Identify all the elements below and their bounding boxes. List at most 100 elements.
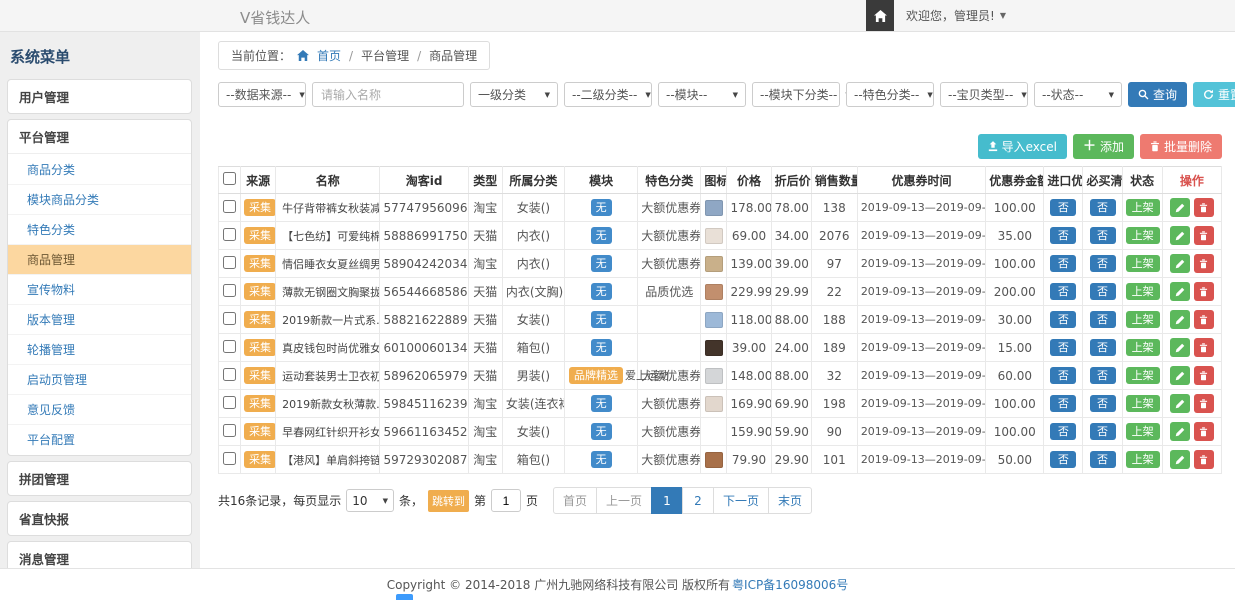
import-pick-toggle-button[interactable]: 否 [1050, 283, 1076, 300]
row-checkbox[interactable] [223, 396, 236, 409]
sidebar-subitem-goods-category[interactable]: 商品分类 [8, 155, 191, 185]
delete-button[interactable] [1194, 366, 1214, 385]
edit-button[interactable] [1170, 254, 1190, 273]
import-pick-toggle-button[interactable]: 否 [1050, 311, 1076, 328]
row-checkbox[interactable] [223, 340, 236, 353]
import-pick-toggle-button[interactable]: 否 [1050, 395, 1076, 412]
import-pick-toggle-button[interactable]: 否 [1050, 423, 1076, 440]
filter-select-module-subcategory[interactable]: --模块下分类--▼ [752, 82, 840, 107]
delete-button[interactable] [1194, 254, 1214, 273]
select-all-checkbox[interactable] [223, 172, 236, 185]
filter-select-level2-category[interactable]: --二级分类--▼ [564, 82, 652, 107]
edit-button[interactable] [1170, 338, 1190, 357]
sidebar-subitem-carousel-management[interactable]: 轮播管理 [8, 335, 191, 365]
must-buy-toggle-button[interactable]: 否 [1090, 227, 1116, 244]
sidebar-item-platform[interactable]: 平台管理 [8, 120, 191, 153]
delete-button[interactable] [1194, 282, 1214, 301]
sidebar-subitem-version-management[interactable]: 版本管理 [8, 305, 191, 335]
edit-button[interactable] [1170, 310, 1190, 329]
edit-button[interactable] [1170, 226, 1190, 245]
page-size-select[interactable]: 10 ▼ [346, 489, 394, 512]
edit-button[interactable] [1170, 394, 1190, 413]
edit-button[interactable] [1170, 282, 1190, 301]
edit-button[interactable] [1170, 450, 1190, 469]
status-button[interactable]: 上架 [1126, 227, 1160, 244]
filter-select-status[interactable]: --状态--▼ [1034, 82, 1122, 107]
row-checkbox[interactable] [223, 256, 236, 269]
must-buy-toggle-button[interactable]: 否 [1090, 395, 1116, 412]
must-buy-toggle-button[interactable]: 否 [1090, 423, 1116, 440]
must-buy-toggle-button[interactable]: 否 [1090, 255, 1116, 272]
status-button[interactable]: 上架 [1126, 367, 1160, 384]
filter-select-data-source[interactable]: --数据来源--▼ [218, 82, 306, 107]
must-buy-toggle-button[interactable]: 否 [1090, 339, 1116, 356]
row-checkbox[interactable] [223, 452, 236, 465]
sidebar-item-messages[interactable]: 消息管理 [8, 542, 191, 568]
must-buy-toggle-button[interactable]: 否 [1090, 199, 1116, 216]
import-pick-toggle-button[interactable]: 否 [1050, 255, 1076, 272]
breadcrumb-home-link[interactable]: 首页 [317, 47, 341, 64]
filter-select-feature-category[interactable]: --特色分类--▼ [846, 82, 934, 107]
page-button-page-2[interactable]: 2 [682, 487, 714, 514]
row-checkbox[interactable] [223, 312, 236, 325]
filter-select-level1-category[interactable]: 一级分类▼ [470, 82, 558, 107]
delete-button[interactable] [1194, 338, 1214, 357]
status-button[interactable]: 上架 [1126, 283, 1160, 300]
import-pick-toggle-button[interactable]: 否 [1050, 199, 1076, 216]
import-pick-toggle-button[interactable]: 否 [1050, 451, 1076, 468]
sidebar-subitem-module-goods-category[interactable]: 模块商品分类 [8, 185, 191, 215]
import-pick-toggle-button[interactable]: 否 [1050, 227, 1076, 244]
delete-button[interactable] [1194, 226, 1214, 245]
search-button[interactable]: 查询 [1128, 82, 1187, 107]
row-checkbox[interactable] [223, 284, 236, 297]
filter-select-module[interactable]: --模块--▼ [658, 82, 746, 107]
import-pick-toggle-button[interactable]: 否 [1050, 367, 1076, 384]
edit-button[interactable] [1170, 366, 1190, 385]
row-checkbox[interactable] [223, 424, 236, 437]
sidebar-item-users[interactable]: 用户管理 [8, 80, 191, 113]
status-button[interactable]: 上架 [1126, 451, 1160, 468]
import-excel-button[interactable]: 导入excel [978, 134, 1067, 159]
home-button[interactable] [866, 0, 894, 31]
delete-button[interactable] [1194, 394, 1214, 413]
name-search-input[interactable] [312, 82, 464, 107]
status-button[interactable]: 上架 [1126, 423, 1160, 440]
must-buy-toggle-button[interactable]: 否 [1090, 311, 1116, 328]
must-buy-toggle-button[interactable]: 否 [1090, 283, 1116, 300]
sidebar-subitem-platform-config[interactable]: 平台配置 [8, 425, 191, 454]
row-checkbox[interactable] [223, 368, 236, 381]
page-jump-input[interactable] [491, 489, 521, 512]
delete-button[interactable] [1194, 198, 1214, 217]
sidebar-subitem-goods-management[interactable]: 商品管理 [8, 245, 191, 275]
delete-button[interactable] [1194, 450, 1214, 469]
add-button[interactable]: ＋ 添加 [1073, 134, 1134, 159]
page-button-page-1[interactable]: 1 [651, 487, 683, 514]
row-checkbox[interactable] [223, 200, 236, 213]
edit-button[interactable] [1170, 422, 1190, 441]
sidebar-item-express-news[interactable]: 省直快报 [8, 502, 191, 535]
icp-link[interactable]: 粤ICP备16098006号 [732, 576, 848, 593]
import-pick-toggle-button[interactable]: 否 [1050, 339, 1076, 356]
sidebar-subitem-feature-category[interactable]: 特色分类 [8, 215, 191, 245]
user-dropdown[interactable]: 欢迎您，管理员! ▼ [894, 7, 1018, 24]
delete-button[interactable] [1194, 310, 1214, 329]
must-buy-toggle-button[interactable]: 否 [1090, 367, 1116, 384]
sidebar-subitem-promo-materials[interactable]: 宣传物料 [8, 275, 191, 305]
status-button[interactable]: 上架 [1126, 255, 1160, 272]
breadcrumb-item-platform[interactable]: 平台管理 [361, 47, 409, 64]
page-button-next[interactable]: 下一页 [713, 487, 769, 514]
status-button[interactable]: 上架 [1126, 311, 1160, 328]
must-buy-toggle-button[interactable]: 否 [1090, 451, 1116, 468]
sidebar-subitem-feedback[interactable]: 意见反馈 [8, 395, 191, 425]
reset-button[interactable]: 重置 [1193, 82, 1235, 107]
status-button[interactable]: 上架 [1126, 199, 1160, 216]
status-button[interactable]: 上架 [1126, 395, 1160, 412]
edit-button[interactable] [1170, 198, 1190, 217]
status-button[interactable]: 上架 [1126, 339, 1160, 356]
sidebar-subitem-splash-management[interactable]: 启动页管理 [8, 365, 191, 395]
jump-button[interactable]: 跳转到 [428, 490, 469, 512]
batch-delete-button[interactable]: 批量删除 [1140, 134, 1222, 159]
page-button-last[interactable]: 末页 [768, 487, 812, 514]
sidebar-item-group-buy[interactable]: 拼团管理 [8, 462, 191, 495]
delete-button[interactable] [1194, 422, 1214, 441]
